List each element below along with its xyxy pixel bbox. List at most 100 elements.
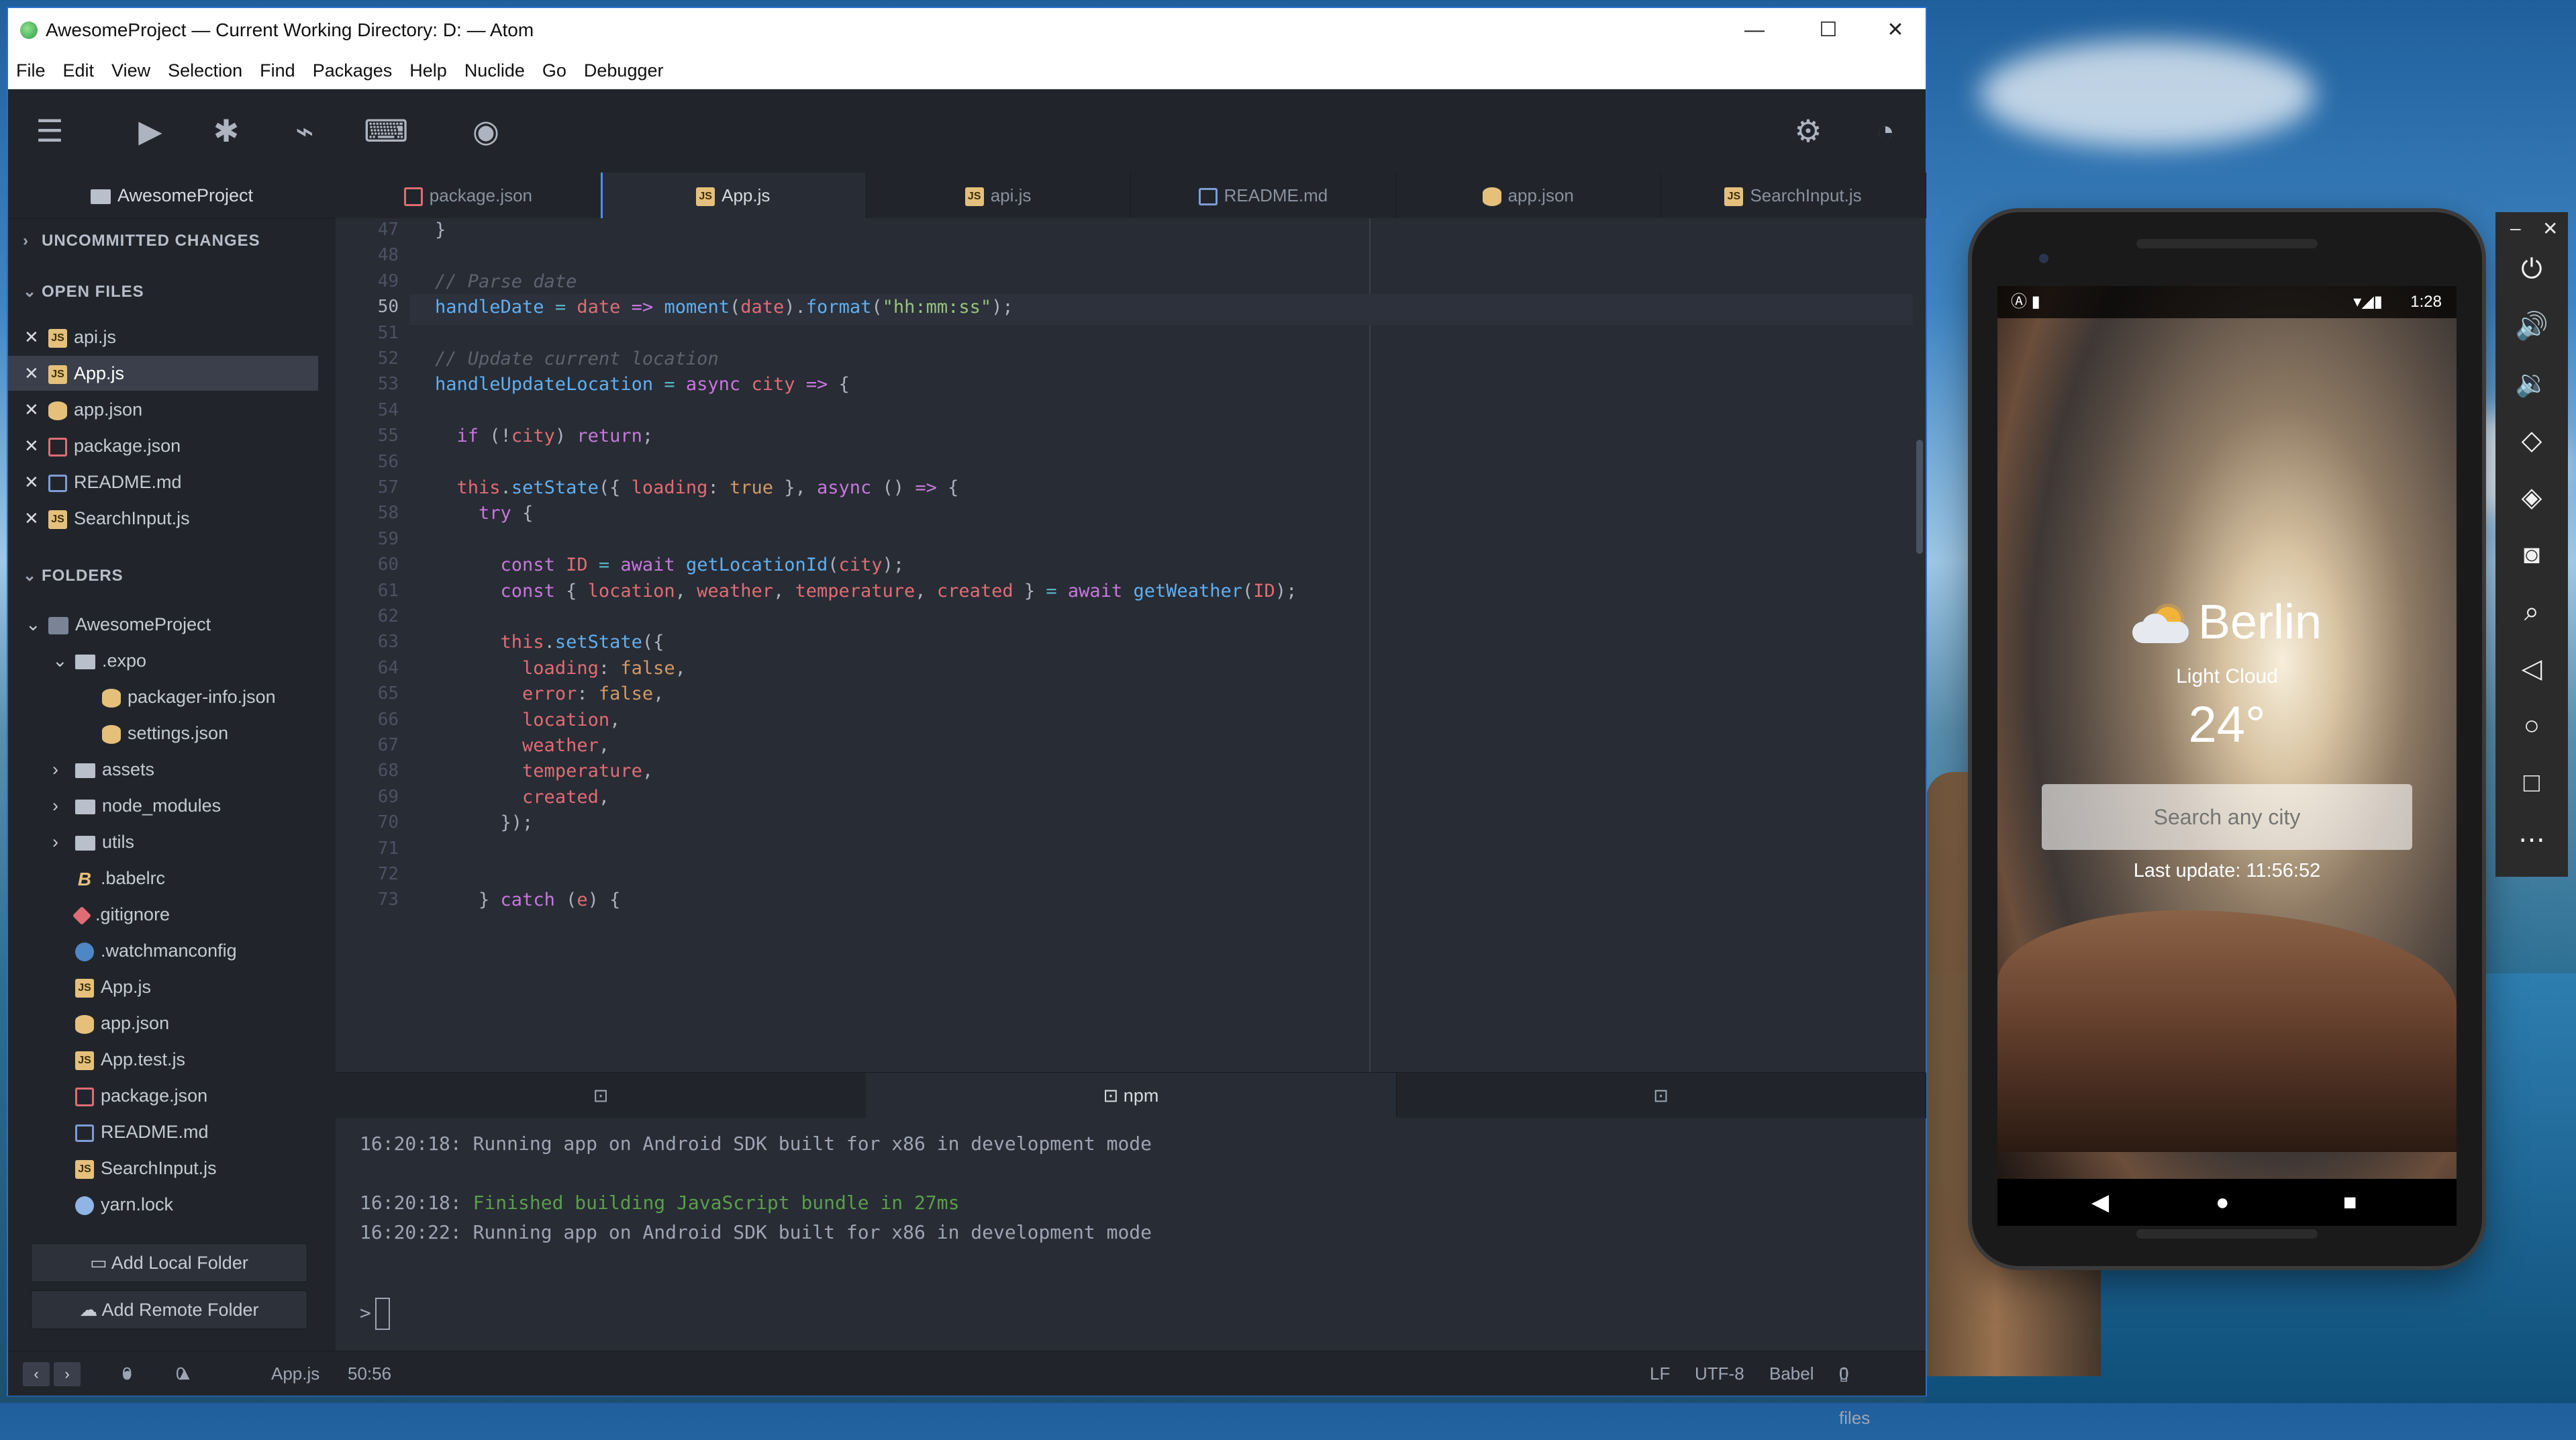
status-line-ending[interactable]: LF — [1650, 1351, 1670, 1396]
status-encoding[interactable]: UTF-8 — [1695, 1351, 1744, 1396]
tree-folder[interactable]: ›utils — [8, 824, 336, 859]
menu-packages[interactable]: Packages — [305, 52, 402, 89]
close-icon[interactable]: ✕ — [24, 392, 44, 427]
home-icon[interactable]: ● — [2216, 1179, 2230, 1226]
menu-file[interactable]: File — [8, 52, 55, 89]
back-nav-button[interactable]: ‹ — [23, 1362, 50, 1386]
terminal-prompt[interactable]: > — [360, 1298, 390, 1330]
back-icon[interactable]: ◁ — [2495, 642, 2568, 695]
home-icon[interactable]: ○ — [2495, 699, 2568, 753]
rotate-left-icon[interactable]: ◇ — [2495, 414, 2568, 467]
tree-file[interactable]: B.babelrc — [8, 861, 336, 896]
open-file-item[interactable]: ✕JSapi.js — [8, 320, 318, 354]
code-line[interactable]: handleUpdateLocation = async city => { — [435, 374, 850, 395]
tree-folder[interactable]: ⌄AwesomeProject — [8, 607, 336, 642]
open-file-item[interactable]: ✕JSApp.js — [8, 356, 318, 391]
tab-app-json[interactable]: app.json — [1395, 173, 1661, 218]
code-line[interactable]: this.setState({ loading: true }, async (… — [435, 477, 958, 498]
gear-icon[interactable]: ⚙ — [1787, 109, 1830, 152]
menu-nuclide[interactable]: Nuclide — [456, 52, 534, 89]
code-line[interactable]: const ID = await getLocationId(city); — [435, 555, 904, 575]
menu-go[interactable]: Go — [534, 52, 576, 89]
eye-icon[interactable]: ◉ — [464, 109, 507, 152]
code-line[interactable]: if (!city) return; — [435, 426, 653, 446]
add-local-folder-button[interactable]: ▭ Add Local Folder — [31, 1243, 307, 1282]
forward-nav-button[interactable]: › — [54, 1362, 81, 1386]
chevron-right-icon[interactable]: › — [52, 788, 58, 823]
play-icon[interactable]: ▶ — [129, 109, 172, 152]
close-button[interactable]: ✕ — [1859, 8, 1932, 52]
tree-file[interactable]: .gitignore — [8, 897, 336, 932]
debug-bug-icon[interactable]: ✱ — [205, 109, 248, 152]
open-file-item[interactable]: ✕JSSearchInput.js — [8, 501, 318, 536]
code-line[interactable]: }); — [435, 812, 533, 833]
menu-debugger[interactable]: Debugger — [576, 52, 673, 89]
menu-view[interactable]: View — [103, 52, 160, 89]
tree-file[interactable]: packager-info.json — [8, 679, 336, 714]
camera-icon[interactable]: ◙ — [2495, 528, 2568, 581]
terminal-tab[interactable]: ⊡ — [1396, 1073, 1926, 1118]
code-line[interactable]: try { — [435, 503, 533, 524]
tree-file[interactable]: package.json — [8, 1078, 336, 1113]
chevron-down-icon[interactable]: ⌄ — [26, 607, 41, 642]
terminal-panel[interactable]: 16:20:18: Running app on Android SDK bui… — [336, 1118, 1926, 1351]
phone-screen[interactable]: Ⓐ ▮ ▾◢▮ 1:28 Berlin Light Cloud 24° Last… — [1997, 286, 2457, 1226]
tab-searchinput-js[interactable]: JSSearchInput.js — [1661, 173, 1926, 218]
tab-package-json[interactable]: package.json — [336, 173, 601, 218]
uncommitted-changes-header[interactable]: ›UNCOMMITTED CHANGES — [23, 232, 260, 250]
menu-help[interactable]: Help — [401, 52, 456, 89]
terminal-tab-npm[interactable]: ⊡ npm — [866, 1073, 1397, 1118]
list-icon[interactable]: ☰ — [28, 109, 71, 152]
code-line[interactable]: created, — [435, 787, 609, 808]
activity-monitor-icon[interactable]: ⌁ — [283, 109, 326, 152]
city-search-input[interactable] — [2042, 784, 2412, 850]
open-file-item[interactable]: ✕app.json — [8, 392, 318, 427]
open-file-item[interactable]: ✕README.md — [8, 465, 318, 499]
code-line[interactable]: } catch (e) { — [435, 890, 620, 910]
minimize-button[interactable]: — — [1718, 8, 1791, 52]
tree-file[interactable]: JSApp.js — [8, 969, 336, 1004]
status-cursor-position[interactable]: 50:56 — [348, 1351, 391, 1396]
terminal-icon[interactable]: ⌨ — [364, 109, 407, 152]
code-line[interactable]: handleDate = date => moment(date).format… — [435, 297, 1013, 318]
close-icon[interactable]: ✕ — [24, 356, 44, 391]
code-line[interactable]: // Update current location — [435, 348, 719, 369]
chevron-down-icon[interactable]: ⌄ — [52, 643, 68, 678]
more-icon[interactable]: ⋯ — [2495, 813, 2568, 867]
tree-file[interactable]: JSSearchInput.js — [8, 1151, 336, 1186]
code-editor[interactable]: 47}4849// Parse date50handleDate = date … — [336, 218, 1926, 1072]
overview-icon[interactable]: □ — [2495, 756, 2568, 810]
menu-edit[interactable]: Edit — [55, 52, 104, 89]
code-line[interactable]: } — [435, 220, 446, 240]
back-icon[interactable]: ◀ — [2091, 1179, 2109, 1226]
project-header[interactable]: AwesomeProject — [8, 173, 336, 219]
volume-up-icon[interactable]: 🔊 — [2495, 299, 2568, 353]
minimize-emulator-button[interactable]: – — [2510, 218, 2521, 239]
chevron-right-icon[interactable]: › — [52, 752, 58, 787]
code-line[interactable]: location, — [435, 710, 620, 730]
close-icon[interactable]: ✕ — [24, 428, 44, 463]
tree-file[interactable]: README.md — [8, 1114, 336, 1149]
code-line[interactable]: weather, — [435, 735, 609, 756]
menu-find[interactable]: Find — [252, 52, 305, 89]
code-line[interactable]: loading: false, — [435, 658, 686, 679]
tab-readme-md[interactable]: README.md — [1131, 173, 1397, 218]
code-line[interactable]: const { location, weather, temperature, … — [435, 581, 1297, 602]
rotate-right-icon[interactable]: ◈ — [2495, 471, 2568, 524]
speedometer-icon[interactable]: ◔ — [1864, 109, 1907, 152]
chevron-right-icon[interactable]: › — [52, 824, 58, 859]
overview-icon[interactable]: ■ — [2343, 1179, 2357, 1226]
menu-selection[interactable]: Selection — [160, 52, 252, 89]
open-file-item[interactable]: ✕package.json — [8, 428, 318, 463]
code-line[interactable]: error: false, — [435, 683, 664, 704]
tree-file[interactable]: yarn.lock — [8, 1187, 336, 1222]
tree-folder[interactable]: ⌄.expo — [8, 643, 336, 678]
tree-file[interactable]: settings.json — [8, 716, 336, 751]
tree-file[interactable]: app.json — [8, 1006, 336, 1041]
terminal-tab[interactable]: ⊡ — [336, 1073, 866, 1118]
tab-app-js[interactable]: JSApp.js — [601, 173, 866, 218]
add-remote-folder-button[interactable]: ☁ Add Remote Folder — [31, 1290, 307, 1329]
close-emulator-button[interactable]: ✕ — [2542, 218, 2558, 240]
code-line[interactable]: this.setState({ — [435, 632, 664, 653]
tree-folder[interactable]: ›assets — [8, 752, 336, 787]
